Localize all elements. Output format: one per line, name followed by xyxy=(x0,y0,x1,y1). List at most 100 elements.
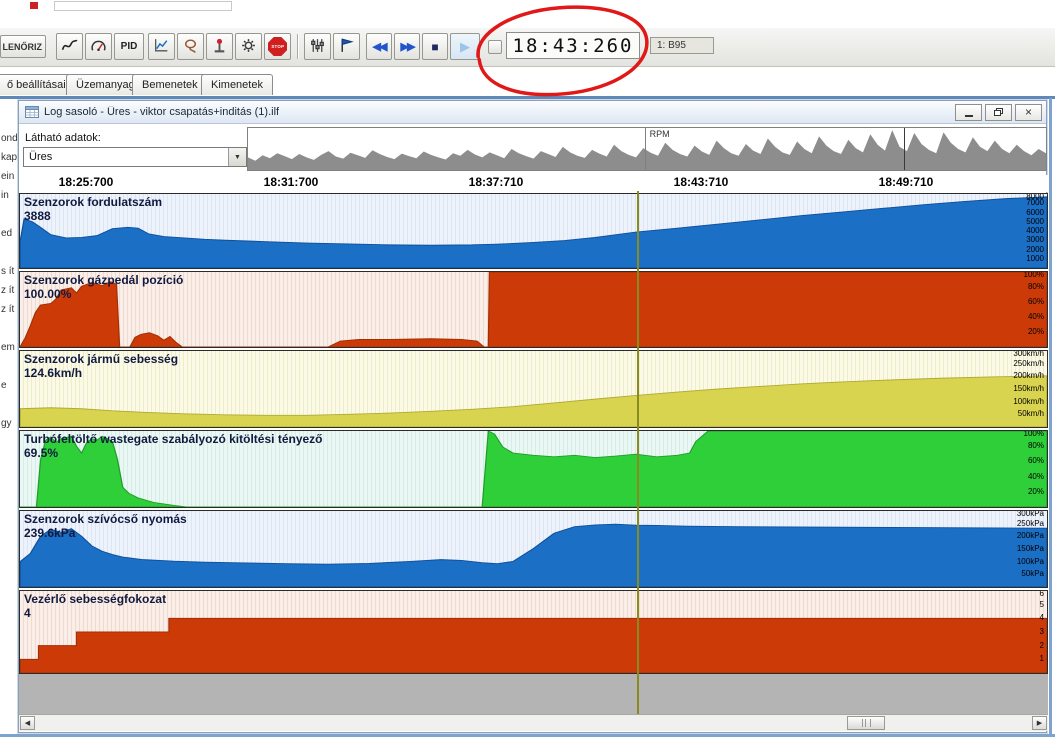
toolbar: LENŐRIZ PID STOP ◀◀ ▶▶ ■ ▶ 18:43:260 1: … xyxy=(0,28,1055,67)
time-axis: 18:25:700 18:31:700 18:37:710 18:43:710 … xyxy=(19,175,1048,192)
tab-kimenetek[interactable]: Kimenetek xyxy=(201,74,273,95)
thumb-grip-icon xyxy=(861,719,871,727)
sliders-button[interactable] xyxy=(304,33,331,60)
sidebar-fragment: e xyxy=(1,380,7,391)
scrollbar-thumb[interactable] xyxy=(847,716,885,730)
rpm-overview-strip[interactable]: RPM xyxy=(247,127,1047,171)
time-tick: 18:37:710 xyxy=(468,175,524,189)
overview-cursor[interactable] xyxy=(903,128,905,170)
titlebar[interactable]: Log sasoló - Üres - viktor csapatás+indi… xyxy=(19,101,1046,124)
minimize-button[interactable] xyxy=(955,103,982,121)
graph-button[interactable] xyxy=(148,33,175,60)
joystick-icon xyxy=(211,37,228,57)
time-cursor[interactable] xyxy=(637,191,639,714)
sidebar-fragment: s ít xyxy=(1,266,15,277)
settings-button[interactable] xyxy=(235,33,262,60)
chart-strip-throttle[interactable]: 100% 80% 60% 40% 20% Szenzorok gázpedál pozí… xyxy=(19,271,1048,348)
sidebar-fragment: ein xyxy=(1,171,15,182)
scroll-right-button[interactable]: ▶ xyxy=(1032,716,1047,730)
dropdown-arrow-icon[interactable]: ▼ xyxy=(228,148,246,166)
chart-value: 3888 xyxy=(24,209,51,223)
sliders-icon xyxy=(309,37,326,57)
restore-button[interactable] xyxy=(985,103,1012,121)
window-title: Log sasoló - Üres - viktor csapatás+indi… xyxy=(44,106,280,118)
graph-icon xyxy=(153,37,170,57)
chart-value: 100.00% xyxy=(24,287,72,301)
lasso-button[interactable] xyxy=(177,33,204,60)
chart-title: Turbófeltöltő wastegate szabályozó kitöl… xyxy=(24,432,323,446)
table-icon xyxy=(25,105,39,119)
visible-data-dropdown[interactable]: Üres ▼ xyxy=(23,147,247,167)
curve-icon xyxy=(61,37,78,57)
joystick-button[interactable] xyxy=(206,33,233,60)
channel-badge: 1: B95 xyxy=(650,37,714,54)
scroll-left-button[interactable]: ◀ xyxy=(20,716,35,730)
check-button[interactable]: LENŐRIZ xyxy=(0,35,46,58)
flag-button[interactable] xyxy=(333,33,360,60)
tab-controller-settings[interactable]: ő beállításai xyxy=(0,74,76,95)
chart-footer-area xyxy=(19,674,1048,714)
stop-sign-icon: STOP xyxy=(268,37,287,56)
chart-title: Szenzorok szívócső nyomás xyxy=(24,512,187,526)
chart-strip-wastegate[interactable]: 100% 80% 60% 40% 20% Turbófeltöltő wastegate… xyxy=(19,430,1048,508)
toolbar-separator xyxy=(297,34,299,59)
mdi-border-bottom xyxy=(0,734,1055,737)
background-sidebar-fragments: ond kap ein in ed s ít z ít z ít em e gy xyxy=(0,100,17,660)
flag-icon xyxy=(338,37,355,57)
sidebar-fragment: ond xyxy=(1,133,17,144)
fast-forward-button[interactable]: ▶▶ xyxy=(394,33,420,60)
gauge-icon xyxy=(90,37,107,57)
restore-icon xyxy=(994,108,1003,116)
time-display: 18:43:260 xyxy=(506,32,640,59)
time-tick: 18:25:700 xyxy=(58,175,114,189)
chart-value: 124.6km/h xyxy=(24,366,83,380)
chart-title: Szenzorok jármű sebesség xyxy=(24,352,179,366)
dropdown-value: Üres xyxy=(29,151,53,163)
chart-title: Vezérlő sebességfokozat xyxy=(24,592,167,606)
tab-bar: ő beállításai Üzemanyag Bemenetek Kimene… xyxy=(0,74,1055,96)
stop-playback-button[interactable]: ■ xyxy=(422,33,448,60)
app-icon xyxy=(30,2,38,9)
overview-page-divider xyxy=(644,128,646,170)
overview-channel-label: RPM xyxy=(649,129,670,139)
chart-title: Szenzorok fordulatszám xyxy=(24,195,163,209)
tab-bemenetek[interactable]: Bemenetek xyxy=(132,74,208,95)
mdi-border-top xyxy=(0,96,1055,99)
pid-button[interactable]: PID xyxy=(114,33,144,60)
time-tick: 18:43:710 xyxy=(673,175,729,189)
sidebar-fragment: ed xyxy=(1,228,13,239)
chart-value: 239.6kPa xyxy=(24,526,76,540)
spacer-button[interactable] xyxy=(488,40,502,54)
chart-strip-gear[interactable]: 654321 Vezérlő sebességfokozat 4 xyxy=(19,590,1048,674)
sidebar-fragment: kap xyxy=(1,152,17,163)
minimize-icon xyxy=(964,115,973,117)
sidebar-fragment: in xyxy=(1,190,9,201)
visible-data-label: Látható adatok: xyxy=(25,132,101,144)
sidebar-fragment: gy xyxy=(1,418,12,429)
log-viewer-window: Log sasoló - Üres - viktor csapatás+indi… xyxy=(17,99,1048,734)
chart-strips: 8000 7000 6000 5000 4000 3000 2000 1000 Szenzor… xyxy=(19,193,1048,674)
mdi-border-right xyxy=(1049,98,1052,735)
gear-icon xyxy=(240,37,257,57)
curve-tool-button[interactable] xyxy=(56,33,83,60)
application-window: LENŐRIZ PID STOP ◀◀ ▶▶ ■ ▶ 18:43:260 1: … xyxy=(0,0,1055,738)
rewind-button[interactable]: ◀◀ xyxy=(366,33,392,60)
chart-value: 4 xyxy=(24,606,31,620)
gauge-button[interactable] xyxy=(85,33,112,60)
time-tick: 18:31:700 xyxy=(263,175,319,189)
sidebar-fragment: z ít xyxy=(1,304,15,315)
horizontal-scrollbar: ◀ ▶ xyxy=(19,714,1048,731)
lasso-icon xyxy=(182,37,199,57)
time-tick: 18:49:710 xyxy=(878,175,934,189)
chart-strip-rpm[interactable]: 8000 7000 6000 5000 4000 3000 2000 1000 Szenzor… xyxy=(19,193,1048,269)
chart-title: Szenzorok gázpedál pozíció xyxy=(24,273,184,287)
stop-sign-button[interactable]: STOP xyxy=(264,33,291,60)
close-button[interactable]: × xyxy=(1015,103,1042,121)
play-button[interactable]: ▶ xyxy=(450,33,480,60)
top-field[interactable] xyxy=(54,1,232,11)
chart-strip-pressure[interactable]: 300kPa 250kPa 200kPa 150kPa 100kPa 50kPa Szen… xyxy=(19,510,1048,588)
chart-strip-speed[interactable]: 300km/h 250km/h 200km/h 150km/h 100km/h 50km/… xyxy=(19,350,1048,428)
top-strip xyxy=(0,0,1055,28)
chart-value: 69.5% xyxy=(24,446,59,460)
sidebar-fragment: em xyxy=(1,342,15,353)
